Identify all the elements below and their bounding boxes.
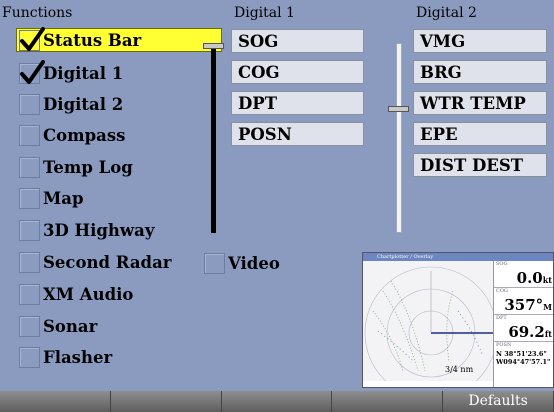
function-option[interactable]: 3D Highway [19,217,154,243]
preview-posn-lat: N 38°51'23.6" [496,350,547,358]
layout-preview: Chartplotter / Overlay 3/4 nm SOG 0.0kt CO… [362,252,554,388]
function-option[interactable]: Map [19,185,84,211]
function-label: 3D Highway [43,220,155,240]
digital2-field[interactable]: WTR TEMP [413,91,547,115]
digital1-slider-track[interactable] [211,43,216,233]
function-checkbox[interactable] [19,251,40,273]
preview-cell-caption: DPT [496,315,507,321]
preview-cell-value: 0.0kt [517,269,552,287]
function-option[interactable]: Digital 2 [19,91,123,117]
softkey-blank[interactable] [0,391,111,412]
digital1-field[interactable]: POSN [231,122,364,146]
function-label: Digital 2 [43,94,124,114]
digital1-header: Digital 1 [234,5,295,21]
video-option[interactable]: Video [204,250,280,276]
function-option[interactable]: XM Audio [19,281,133,307]
digital2-field[interactable]: DIST DEST [413,153,547,177]
function-checkbox[interactable] [19,315,40,337]
function-checkbox[interactable] [19,346,40,368]
function-label: XM Audio [43,284,134,304]
function-checkbox[interactable] [19,93,40,115]
function-option[interactable]: Status Bar [16,26,222,52]
functions-header: Functions [2,5,73,21]
preview-data-cell: COG 357°M [494,288,553,315]
digital1-field[interactable]: SOG [231,29,364,53]
digital2-field[interactable]: VMG [413,29,547,53]
digital2-slider-thumb[interactable] [388,106,409,112]
preview-posn-caption: POSN [496,342,512,348]
digital2-field[interactable]: EPE [413,122,547,146]
preview-cell-caption: SOG [496,261,508,267]
checkmark-icon [20,26,45,51]
function-option[interactable]: Temp Log [19,154,133,180]
function-label: Second Radar [43,252,172,272]
function-checkbox[interactable] [19,219,40,241]
softkey-bar: Defaults [0,391,554,412]
preview-cell-caption: COG [496,288,508,294]
preview-title-bar: Chartplotter / Overlay [363,253,553,261]
digital1-field[interactable]: DPT [231,91,364,115]
digital1-field[interactable]: COG [231,60,364,84]
preview-data-column: SOG 0.0kt COG 357°M DPT 69.2ft POSN N 38°51'2… [493,261,553,387]
preview-posn-lon: W094°47'57.1" [496,358,551,366]
function-checkbox[interactable] [19,124,40,146]
video-checkbox[interactable] [204,252,225,274]
softkey-blank[interactable] [110,391,222,412]
function-label: Digital 1 [43,63,124,83]
function-option[interactable]: Flasher [19,344,112,370]
digital2-field[interactable]: BRG [413,60,547,84]
preview-data-cell: DPT 69.2ft [494,315,553,342]
preview-cell-unit: M [543,302,552,312]
preview-cell-number: 357° [504,296,544,314]
preview-cell-unit: kt [542,275,552,285]
preview-cell-number: 0.0 [516,269,543,287]
function-option[interactable]: Compass [19,122,125,148]
softkey-blank[interactable] [221,391,333,412]
preview-radar-image [363,261,493,381]
function-option[interactable]: Digital 1 [19,59,124,86]
preview-cell-value: 357°M [504,296,552,314]
preview-posn-cell: POSN N 38°51'23.6" W094°47'57.1" [494,342,553,387]
softkey-defaults[interactable]: Defaults [443,391,554,412]
function-label: Map [43,188,84,208]
preview-scale: 3/4 nm [445,365,474,374]
preview-cell-value: 69.2ft [508,323,552,341]
function-option[interactable]: Sonar [19,313,97,339]
checkmark-icon [20,59,45,84]
function-label: Flasher [43,347,113,367]
video-label: Video [228,253,280,273]
digital2-slider-track[interactable] [396,43,402,233]
function-checkbox[interactable] [19,187,40,209]
function-checkbox[interactable] [19,283,40,305]
function-checkbox[interactable] [19,26,45,51]
function-checkbox[interactable] [19,156,40,178]
softkey-blank[interactable] [332,391,444,412]
function-label: Status Bar [43,30,142,50]
preview-data-cell: SOG 0.0kt [494,261,553,288]
preview-cell-unit: ft [544,329,552,339]
function-checkbox[interactable] [19,59,45,84]
function-label: Compass [43,125,126,145]
preview-cell-number: 69.2 [508,323,545,341]
function-label: Sonar [43,316,98,336]
function-label: Temp Log [43,157,133,177]
function-option[interactable]: Second Radar [19,249,171,275]
digital2-header: Digital 2 [416,5,477,21]
digital1-slider-thumb[interactable] [203,43,224,49]
